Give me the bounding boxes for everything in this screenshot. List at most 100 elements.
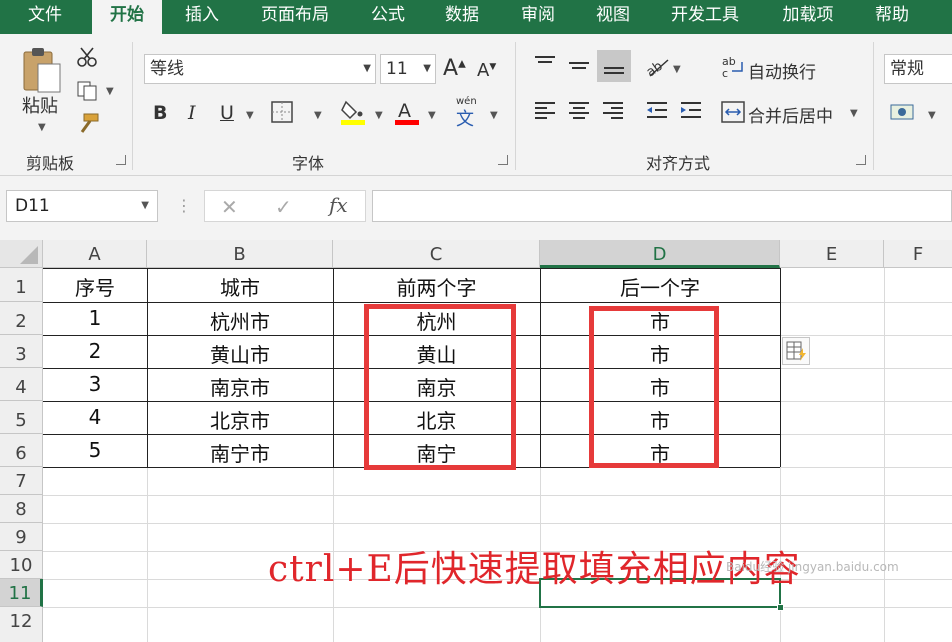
tab-file[interactable]: 文件 [10, 0, 80, 34]
copy-button[interactable] [76, 80, 98, 102]
cell-c1[interactable]: 前两个字 [333, 272, 540, 301]
cancel-icon[interactable]: ✕ [221, 195, 238, 219]
row-header-12[interactable]: 12 [0, 607, 43, 642]
number-format-select[interactable]: 常规 [884, 54, 952, 84]
name-box[interactable]: D11 ▼ [6, 190, 158, 222]
function-icon[interactable]: fx [329, 193, 348, 217]
format-painter-button[interactable] [76, 112, 100, 134]
enter-icon[interactable]: ✓ [275, 195, 292, 219]
currency-dropdown-arrow[interactable]: ▼ [928, 110, 936, 121]
underline-dropdown-arrow[interactable]: ▼ [246, 110, 254, 121]
cell-b2[interactable]: 杭州市 [147, 306, 333, 335]
merge-dropdown-arrow[interactable]: ▼ [850, 108, 858, 119]
row-header-7[interactable]: 7 [0, 467, 43, 495]
row-header-9[interactable]: 9 [0, 523, 43, 551]
chevron-down-icon: ▼ [363, 63, 371, 74]
decrease-font-button[interactable]: A▼ [477, 60, 496, 81]
cell-b3[interactable]: 黄山市 [147, 339, 333, 368]
clipboard-launcher[interactable] [116, 155, 126, 165]
align-right-button[interactable] [600, 98, 626, 124]
font-name-value: 等线 [150, 59, 184, 79]
increase-font-button[interactable]: A▲ [443, 56, 466, 81]
cell-d1[interactable]: 后一个字 [540, 272, 780, 301]
row-header-2[interactable]: 2 [0, 302, 43, 335]
orientation-dropdown-arrow[interactable]: ▼ [673, 64, 681, 75]
row-header-3[interactable]: 3 [0, 335, 43, 368]
wrap-text-label[interactable]: 自动换行 [748, 58, 816, 83]
align-top-button[interactable] [532, 52, 558, 78]
fill-handle[interactable] [777, 604, 784, 611]
col-header-e[interactable]: E [780, 240, 884, 268]
row-header-10[interactable]: 10 [0, 551, 43, 579]
font-name-select[interactable]: 等线 ▼ [144, 54, 376, 84]
row-header-6[interactable]: 6 [0, 434, 43, 467]
cell-a2[interactable]: 1 [43, 306, 147, 330]
paste-label[interactable]: 粘贴 [22, 92, 58, 118]
col-header-c[interactable]: C [333, 240, 540, 268]
tab-review[interactable]: 审阅 [508, 0, 568, 34]
cut-button[interactable] [76, 46, 98, 68]
paste-button[interactable] [20, 44, 64, 96]
cell-a3[interactable]: 2 [43, 339, 147, 363]
tab-view[interactable]: 视图 [583, 0, 643, 34]
row-header-8[interactable]: 8 [0, 495, 43, 523]
tab-add-ins[interactable]: 加载项 [770, 0, 846, 34]
tab-home[interactable]: 开始 [92, 0, 162, 36]
phonetic-dropdown-arrow[interactable]: ▼ [490, 110, 498, 121]
merge-center-button[interactable] [720, 100, 746, 124]
align-center-button[interactable] [566, 98, 592, 124]
row-header-11[interactable]: 11 [0, 579, 43, 607]
cell-a1[interactable]: 序号 [43, 272, 147, 301]
row-header-5[interactable]: 5 [0, 401, 43, 434]
decrease-indent-button[interactable] [644, 98, 670, 124]
tab-page-layout[interactable]: 页面布局 [250, 0, 340, 34]
align-left-button[interactable] [532, 98, 558, 124]
cell-b5[interactable]: 北京市 [147, 405, 333, 434]
alignment-launcher[interactable] [856, 155, 866, 165]
row-header-4[interactable]: 4 [0, 368, 43, 401]
border-dropdown-arrow[interactable]: ▼ [314, 110, 322, 121]
font-launcher[interactable] [498, 155, 508, 165]
tab-developer[interactable]: 开发工具 [660, 0, 750, 34]
col-header-d[interactable]: D [540, 240, 780, 268]
copy-dropdown-arrow[interactable]: ▼ [106, 86, 114, 97]
cell-b1[interactable]: 城市 [147, 272, 333, 301]
wrap-text-button[interactable]: ab c [720, 54, 746, 80]
merge-center-label[interactable]: 合并后居中 [748, 102, 833, 127]
col-header-b[interactable]: B [147, 240, 333, 268]
orientation-button[interactable]: ab [644, 54, 674, 80]
align-middle-button[interactable] [566, 52, 592, 78]
currency-button[interactable] [890, 100, 930, 126]
cell-a4[interactable]: 3 [43, 372, 147, 396]
paste-dropdown-arrow[interactable]: ▼ [38, 122, 46, 133]
align-bottom-button[interactable] [597, 50, 631, 82]
cell-b6[interactable]: 南宁市 [147, 438, 333, 467]
fill-color-dropdown-arrow[interactable]: ▼ [375, 110, 383, 121]
border-button[interactable] [270, 100, 314, 126]
cell-b4[interactable]: 南京市 [147, 372, 333, 401]
row-header-1[interactable]: 1 [0, 268, 43, 302]
tab-formulas[interactable]: 公式 [358, 0, 418, 34]
tab-data[interactable]: 数据 [432, 0, 492, 34]
cell-a5[interactable]: 4 [43, 405, 147, 429]
increase-indent-button[interactable] [678, 98, 704, 124]
font-color-dropdown-arrow[interactable]: ▼ [428, 110, 436, 121]
chevron-down-icon: ▼ [423, 63, 431, 74]
font-color-button[interactable]: A [394, 98, 420, 126]
font-group-label: 字体 [292, 154, 325, 173]
fill-color-button[interactable] [340, 98, 366, 126]
tab-help[interactable]: 帮助 [862, 0, 922, 34]
flash-fill-options-button[interactable] [782, 337, 810, 365]
underline-button[interactable]: U [220, 102, 234, 124]
cell-a6[interactable]: 5 [43, 438, 147, 462]
tab-insert[interactable]: 插入 [172, 0, 232, 34]
bold-button[interactable]: B [153, 102, 167, 124]
col-header-f[interactable]: F [884, 240, 952, 268]
phonetic-button[interactable]: wén 文 [456, 96, 486, 130]
font-size-select[interactable]: 11 ▼ [380, 54, 436, 84]
italic-button[interactable]: I [188, 102, 196, 124]
col-header-a[interactable]: A [43, 240, 147, 268]
formula-input[interactable] [372, 190, 952, 222]
highlight-box-column-c [364, 304, 516, 470]
select-all-corner[interactable] [0, 240, 43, 268]
